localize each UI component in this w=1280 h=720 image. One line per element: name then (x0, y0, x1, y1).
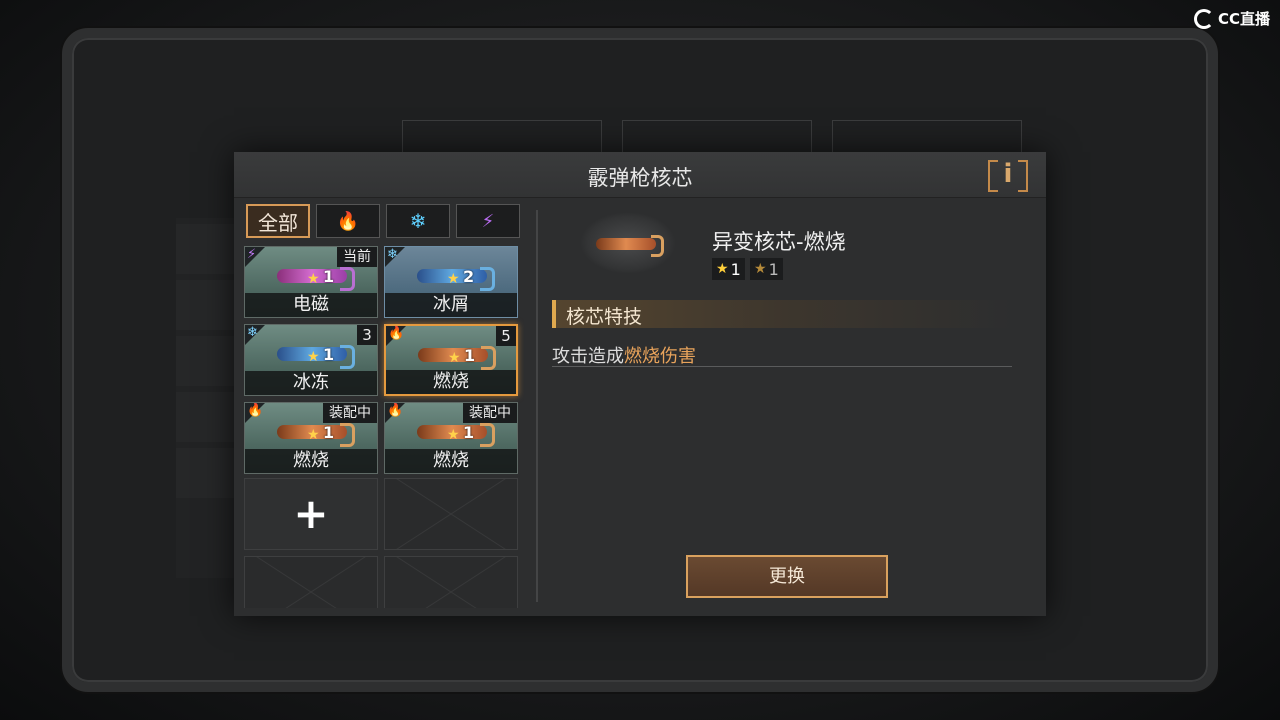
core-star-level: 1 (323, 267, 335, 286)
filter-all-label: 全部 (258, 210, 298, 235)
core-card[interactable]: 🔥 装配中 ★ 1 燃烧 (384, 402, 518, 474)
core-card[interactable]: ⚡ 当前 ★ 1 电磁 (244, 246, 378, 318)
star-rating-secondary: ★ 1 (750, 258, 783, 280)
core-gun-icon (596, 235, 664, 257)
star-icon: ★ (307, 271, 320, 287)
core-name: 异变核芯-燃烧 (712, 230, 846, 254)
star-rating-secondary-value: 1 (768, 259, 779, 279)
core-status-tag: 当前 (337, 247, 377, 267)
filter-all-button[interactable]: 全部 (246, 204, 310, 238)
star-icon: ★ (307, 349, 320, 365)
plus-icon: + (293, 489, 329, 538)
background-tab (622, 120, 812, 156)
empty-slot (384, 478, 518, 550)
core-name-label: 冰冻 (245, 371, 377, 395)
core-star-level: 1 (323, 423, 335, 442)
core-card[interactable]: 🔥 5 ★ 1 燃烧 (384, 324, 518, 396)
snowflake-icon: ❄ (409, 209, 427, 233)
skill-description: 攻击造成燃烧伤害 (552, 342, 696, 368)
core-star-level: 1 (463, 423, 475, 442)
fire-icon: 🔥 (387, 403, 404, 418)
core-star-level: 2 (463, 267, 475, 286)
fire-icon: 🔥 (336, 210, 360, 232)
background-tabs (402, 120, 1262, 156)
dialog-header: 霰弹枪核芯 i (234, 152, 1046, 198)
watermark-text: CC直播 (1217, 10, 1270, 28)
cc-logo-icon (1193, 8, 1214, 29)
core-name-label: 燃烧 (385, 449, 517, 473)
star-icon: ★ (447, 427, 460, 443)
star-rating-primary: ★ 1 (712, 258, 745, 280)
snowflake-icon: ❄ (247, 325, 258, 340)
core-name-label: 燃烧 (245, 449, 377, 473)
background-tab (832, 120, 1022, 156)
filter-ice-button[interactable]: ❄ (386, 204, 450, 238)
lightning-icon: ⚡ (481, 210, 495, 232)
core-list-pane: 全部 🔥 ❄ ⚡ + ⚡当前★1电磁❄★2冰屑❄3★1冰冻� (244, 204, 524, 608)
core-name-label: 燃烧 (386, 370, 516, 394)
fire-icon: 🔥 (388, 326, 405, 341)
lightning-icon: ⚡ (247, 247, 257, 262)
star-icon: ★ (307, 427, 320, 443)
skill-title: 核芯特技 (566, 306, 643, 328)
core-name-label: 电磁 (245, 293, 377, 317)
empty-slot (384, 556, 518, 608)
core-count: 3 (357, 325, 377, 345)
star-rating-primary-value: 1 (730, 259, 741, 279)
core-name-label: 冰屑 (385, 293, 517, 317)
filter-bar: 全部 🔥 ❄ ⚡ (246, 204, 522, 238)
pane-divider (536, 210, 538, 602)
skill-divider (552, 366, 1012, 367)
info-button[interactable]: i (988, 158, 1028, 192)
watermark: CC直播 (1193, 8, 1270, 29)
core-star-level: 1 (323, 345, 335, 364)
replace-button[interactable]: 更换 (686, 555, 888, 598)
empty-slot (244, 556, 378, 608)
core-status-tag: 装配中 (463, 403, 517, 423)
core-card[interactable]: ❄ ★ 2 冰屑 (384, 246, 518, 318)
dialog-title: 霰弹枪核芯 (587, 166, 693, 190)
core-card[interactable]: ❄ 3 ★ 1 冰冻 (244, 324, 378, 396)
fire-icon: 🔥 (247, 403, 264, 418)
core-star-level: 1 (464, 346, 476, 365)
star-icon: ★ (448, 350, 461, 366)
background-tab (402, 120, 602, 156)
filter-lightning-button[interactable]: ⚡ (456, 204, 520, 238)
core-count: 5 (496, 326, 516, 346)
core-status-tag: 装配中 (323, 403, 377, 423)
core-card[interactable]: 🔥 装配中 ★ 1 燃烧 (244, 402, 378, 474)
game-screen: CC直播 霰弹枪核芯 i 全部 🔥 ❄ ⚡ + ⚡ 当前 ★ 1 电磁 ❄ ★ … (0, 0, 1280, 720)
star-icon: ★ (447, 271, 460, 287)
skill-section-header: 核芯特技 (552, 300, 1012, 328)
core-dialog: 霰弹枪核芯 i 全部 🔥 ❄ ⚡ + ⚡ 当前 ★ 1 电磁 ❄ ★ 2 冰屑 … (234, 152, 1046, 616)
core-preview-image (580, 212, 676, 274)
filter-fire-button[interactable]: 🔥 (316, 204, 380, 238)
skill-desc-highlight: 燃烧伤害 (624, 346, 696, 367)
skill-desc-text: 攻击造成 (552, 346, 624, 367)
star-outline-icon: ★ (754, 261, 767, 277)
ice-shard-icon: ❄ (387, 247, 398, 262)
add-core-slot[interactable]: + (244, 478, 378, 550)
star-icon: ★ (716, 261, 729, 277)
